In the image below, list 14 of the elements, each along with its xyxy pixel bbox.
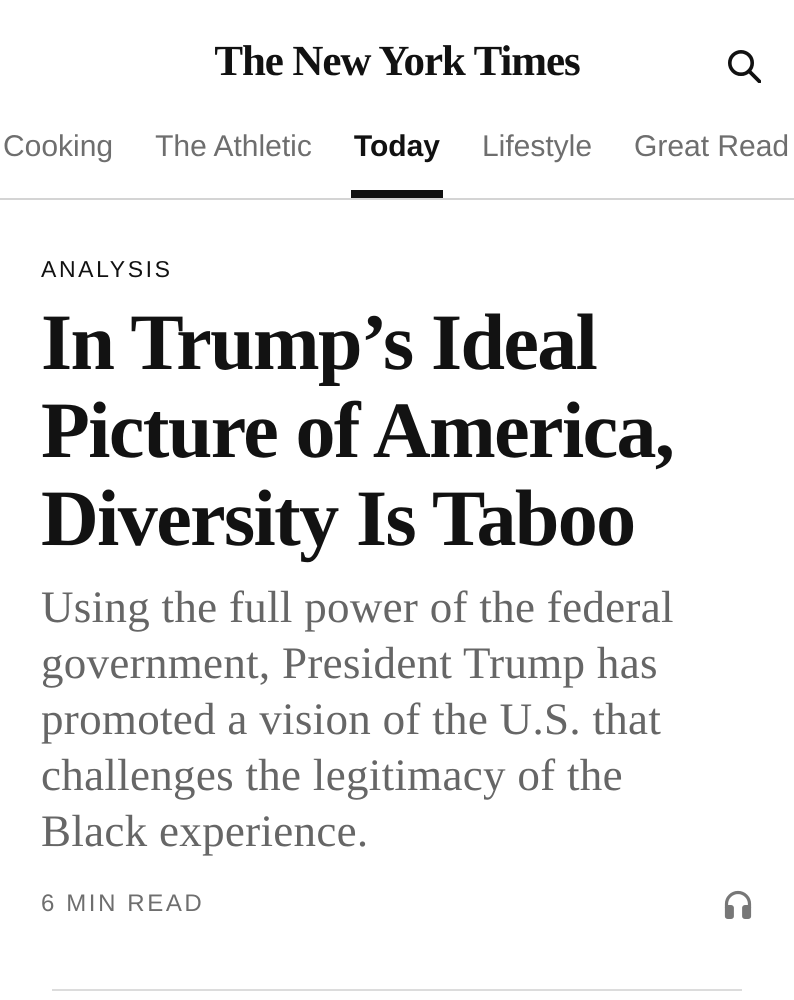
section-tab[interactable]: Lifestyle xyxy=(478,120,596,198)
article-kicker: ANALYSIS xyxy=(41,255,174,283)
headphones-icon xyxy=(723,889,753,919)
section-tab[interactable]: Cooking xyxy=(0,120,116,198)
section-tab[interactable]: The Athletic xyxy=(152,120,315,198)
listen-button[interactable] xyxy=(723,889,753,919)
search-button[interactable] xyxy=(727,49,761,83)
section-tab[interactable]: Today xyxy=(350,120,443,198)
newspaper-logo[interactable]: The New York Times xyxy=(214,38,580,86)
article-summary: Using the full power of the federal government, President Trump has promoted a vision of the U.S. that challenges the legitimacy of the Black experience. xyxy=(41,581,675,858)
search-icon xyxy=(727,49,761,83)
article-headline: In Trump’s Ideal Picture of America, Diversity Is Taboo xyxy=(41,299,674,563)
read-time: 6 MIN READ xyxy=(41,890,204,918)
section-tab[interactable]: Great Read xyxy=(631,120,792,198)
